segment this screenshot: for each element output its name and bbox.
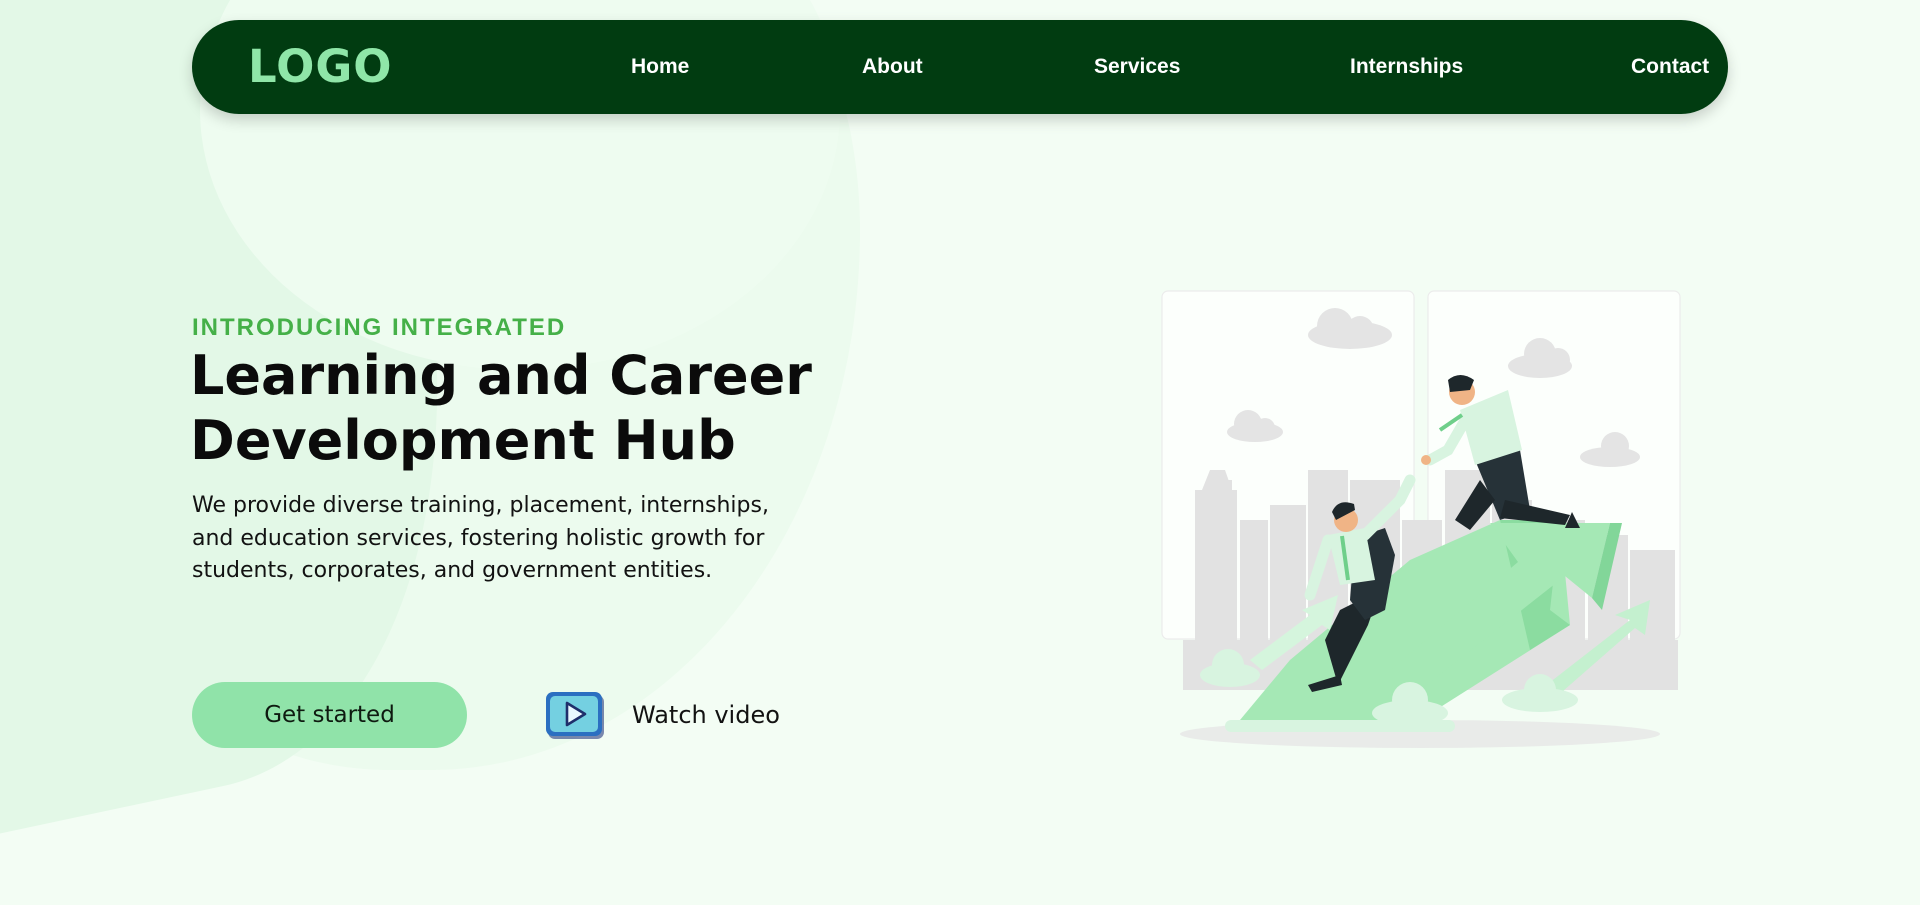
nav-link-services[interactable]: Services	[1094, 54, 1180, 80]
navbar: LOGO Home About Services Internships Con…	[192, 20, 1728, 114]
watch-video-label: Watch video	[632, 701, 780, 729]
nav-link-contact[interactable]: Contact	[1631, 54, 1709, 80]
hero-eyebrow: INTRODUCING INTEGRATED	[192, 314, 567, 341]
nav-link-internships[interactable]: Internships	[1350, 54, 1463, 80]
nav-link-about[interactable]: About	[862, 54, 923, 80]
logo[interactable]: LOGO	[248, 42, 393, 92]
hero-title: Learning and Career Development Hub	[190, 343, 890, 473]
career-growth-illustration	[1161, 290, 1681, 748]
nav-link-home[interactable]: Home	[631, 54, 689, 80]
get-started-button[interactable]: Get started	[192, 682, 467, 748]
hero-description: We provide diverse training, placement, …	[192, 493, 769, 583]
hero-title-line-1: Learning and Career	[190, 344, 812, 407]
watch-video-button[interactable]: Watch video	[545, 687, 780, 743]
hero-title-line-2: Development Hub	[190, 409, 736, 472]
play-icon[interactable]	[545, 690, 605, 740]
